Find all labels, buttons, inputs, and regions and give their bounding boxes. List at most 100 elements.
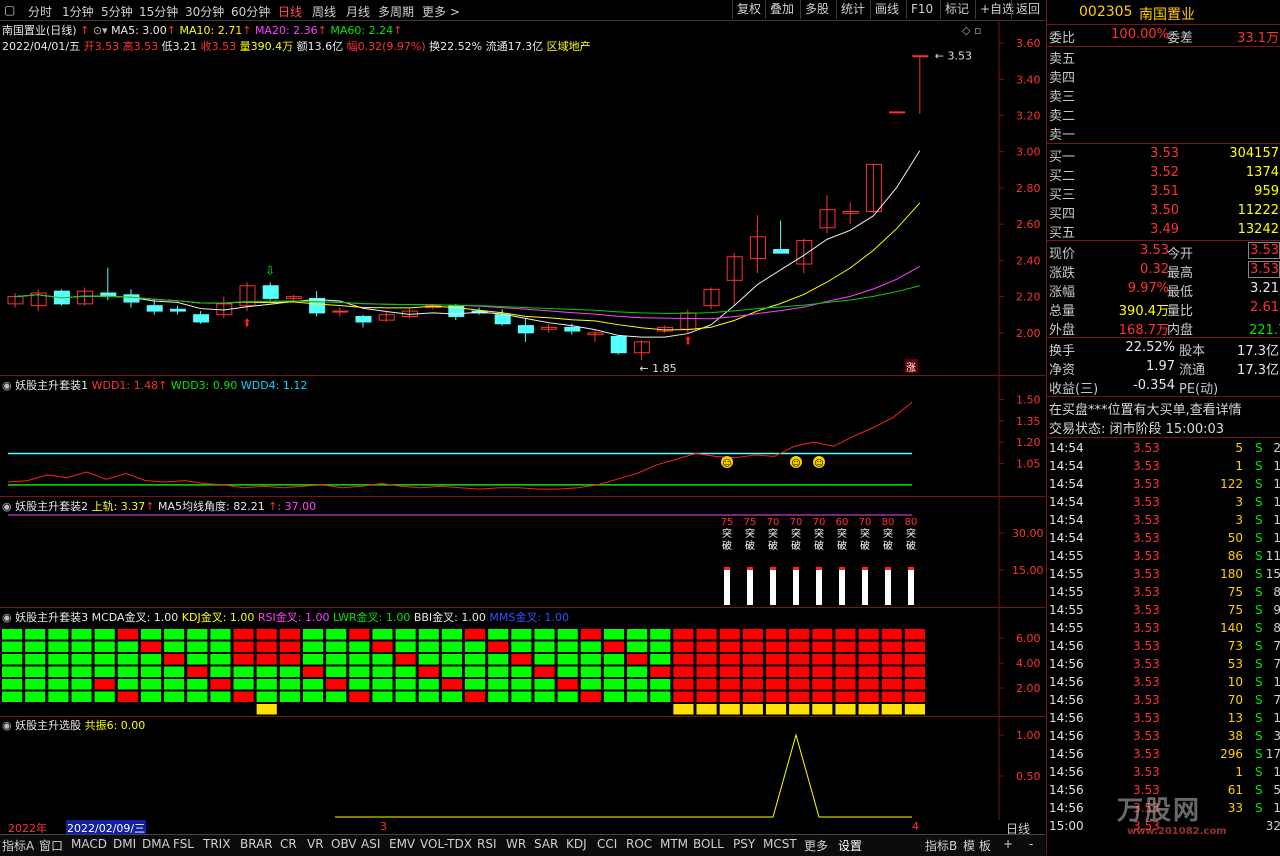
signal-block xyxy=(117,641,138,652)
indicator-tab[interactable]: OBV xyxy=(331,837,357,851)
indicator-tab[interactable]: 更多 xyxy=(804,837,828,854)
indicator-tab[interactable]: 指标B xyxy=(925,837,957,854)
period-tab[interactable]: 日线 xyxy=(278,3,302,20)
tick-count: 5 xyxy=(1273,783,1280,797)
toolbar-button[interactable]: 标记 xyxy=(940,0,973,19)
signal-bar xyxy=(862,567,868,605)
tick-volume: 70 xyxy=(1227,693,1243,707)
signal-block xyxy=(210,691,231,702)
signal-block xyxy=(117,654,138,665)
window-icon[interactable]: ▢ xyxy=(4,3,15,17)
indicator-tab[interactable]: KDJ xyxy=(566,837,587,851)
stat2-row: 换手 22.52% 股本 17.3亿 xyxy=(1049,340,1279,359)
tick-price: 3.53 xyxy=(1133,459,1160,473)
signal-block xyxy=(881,641,902,652)
tick-price: 3.53 xyxy=(1133,495,1160,509)
buy-level-price: 3.53 xyxy=(1150,146,1179,161)
signal-block xyxy=(580,666,601,677)
signal-block xyxy=(349,666,370,677)
toolbar-button[interactable]: 返回 xyxy=(1011,0,1044,19)
candle-body xyxy=(517,325,534,334)
tick-side: S xyxy=(1255,639,1263,653)
indicator-tab[interactable]: + xyxy=(1003,837,1013,851)
period-tab[interactable]: 15分钟 xyxy=(139,3,178,20)
buy-level-price: 3.51 xyxy=(1150,184,1179,199)
indicator-tab[interactable]: CCI xyxy=(597,837,617,851)
toolbar-button[interactable]: 画线 xyxy=(870,0,903,19)
indicator-tab[interactable]: 模 板 xyxy=(963,837,991,854)
signal-block-yellow xyxy=(835,704,856,715)
tick-price: 3.53 xyxy=(1133,477,1160,491)
signal-block xyxy=(302,691,324,702)
tick-time: 14:56 xyxy=(1049,675,1084,689)
indicator-tab[interactable]: VR xyxy=(307,837,324,851)
indicator-tab[interactable]: RSI xyxy=(477,837,497,851)
signal-block xyxy=(187,679,208,690)
signal-block xyxy=(789,666,810,677)
toolbar-button[interactable]: 统计 xyxy=(836,0,869,19)
indicator-tab[interactable]: 设置 xyxy=(838,837,862,854)
indicator-tab[interactable]: ASI xyxy=(361,837,380,851)
period-tab[interactable]: 1分钟 xyxy=(62,3,94,20)
signal-block xyxy=(140,629,162,640)
indicator-tab[interactable]: MACD xyxy=(71,837,107,851)
signal-block xyxy=(904,654,925,665)
indicator-tab[interactable]: 指标A xyxy=(2,837,34,854)
big-order-notice[interactable]: 在买盘***位置有大买单,查看详情 xyxy=(1049,403,1242,418)
period-tab[interactable]: 多周期 xyxy=(378,3,414,20)
indicator-tab[interactable]: CR xyxy=(280,837,297,851)
period-tab[interactable]: 更多 > xyxy=(422,3,460,20)
stock-code: 002305 xyxy=(1079,4,1133,20)
toolbar-button[interactable]: F10 xyxy=(906,0,937,19)
indicator-tab[interactable]: - xyxy=(1029,837,1033,851)
toolbar-button[interactable]: 多股 xyxy=(800,0,833,19)
toolbar-button[interactable]: 叠加 xyxy=(765,0,798,19)
indicator-tab[interactable]: 窗口 xyxy=(39,837,63,854)
signal-block xyxy=(603,654,625,665)
signal-block xyxy=(210,629,231,640)
signal-block xyxy=(326,691,347,702)
indicator-tab[interactable]: EMV xyxy=(389,837,415,851)
indicator-tab[interactable]: SAR xyxy=(534,837,558,851)
toolbar-button[interactable]: 复权 xyxy=(732,0,765,19)
signal-block xyxy=(164,679,185,690)
period-tab[interactable]: 5分钟 xyxy=(101,3,133,20)
signal-block xyxy=(580,654,601,665)
stat2-row: 净资 1.97 流通 17.3亿 xyxy=(1049,359,1279,378)
axis-tick-label: 1.00 xyxy=(1016,729,1041,742)
signal-block xyxy=(673,641,694,652)
sell-level-row: 卖一 xyxy=(1049,124,1279,143)
signal-label: 突 xyxy=(745,527,755,540)
indicator-tab[interactable]: TRIX xyxy=(203,837,230,851)
indicator-tab[interactable]: VOL-TDX xyxy=(420,837,472,851)
indicator-tab[interactable]: BOLL xyxy=(693,837,724,851)
indicator-tab[interactable]: MTM xyxy=(660,837,688,851)
signal-block xyxy=(326,641,347,652)
indicator-tab[interactable]: WR xyxy=(506,837,526,851)
signal-block xyxy=(812,679,833,690)
period-tab[interactable]: 60分钟 xyxy=(231,3,270,20)
indicator-tab[interactable]: DMI xyxy=(113,837,136,851)
tick-count: 11 xyxy=(1265,549,1280,563)
signal-label: 破 xyxy=(837,539,847,552)
period-tab[interactable]: 30分钟 xyxy=(185,3,224,20)
tick-volume: 140 xyxy=(1220,621,1243,635)
zhang-label: 涨 xyxy=(906,362,916,374)
indicator-tab[interactable]: BRAR xyxy=(240,837,273,851)
signal-block xyxy=(302,629,324,640)
indicator-tab[interactable]: FSL xyxy=(173,837,194,851)
period-tab[interactable]: 周线 xyxy=(312,3,336,20)
signal-block xyxy=(719,679,740,690)
indicator-tab[interactable]: DMA xyxy=(142,837,170,851)
indicator-tab[interactable]: PSY xyxy=(733,837,755,851)
indicator-tab[interactable]: ROC xyxy=(626,837,652,851)
signal-block xyxy=(534,629,555,640)
indicator-tab[interactable]: MCST xyxy=(763,837,797,851)
period-tab[interactable]: 月线 xyxy=(346,3,370,20)
stat-label: 涨幅 xyxy=(1049,285,1076,300)
signal-block xyxy=(94,679,115,690)
period-tab[interactable]: 分时 xyxy=(28,3,52,20)
signal-block xyxy=(256,654,277,665)
axis-tick-label: 1.35 xyxy=(1016,415,1041,428)
signal-label: 突 xyxy=(906,527,916,540)
